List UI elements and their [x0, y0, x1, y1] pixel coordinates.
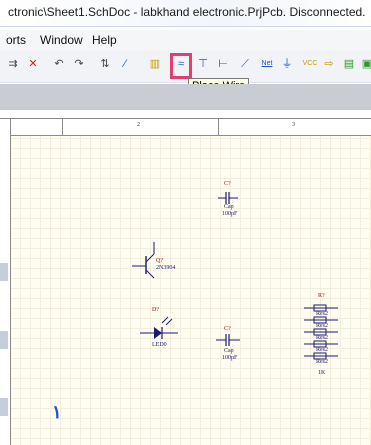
- sheet-entry-icon[interactable]: ▣: [360, 57, 371, 71]
- chart-icon[interactable]: ▥: [148, 57, 162, 71]
- resistor-designator: R?: [318, 293, 325, 299]
- bus-icon[interactable]: ⊤: [196, 57, 210, 71]
- menu-item-reports[interactable]: orts: [6, 33, 26, 47]
- zone-marker: [0, 331, 8, 349]
- ruler-mark-3: 3: [292, 122, 295, 128]
- redo-icon[interactable]: ↷: [72, 57, 86, 71]
- resistor-symbol-icon: [304, 304, 338, 360]
- capacitor-c1[interactable]: C? Cap 100pF: [212, 180, 252, 220]
- ruler-tick: [62, 119, 63, 135]
- resistor-array[interactable]: R? Res2 Res2 Res2 Res2 Res2 1K: [300, 290, 360, 385]
- led-designator: D?: [152, 307, 159, 313]
- zone-marker: [0, 398, 8, 416]
- signal-harness-icon[interactable]: ⊢: [216, 57, 230, 71]
- ruler-tick: [218, 119, 219, 135]
- bus-entry-icon[interactable]: ⟋: [238, 57, 252, 71]
- led-d1[interactable]: D? LED0: [140, 305, 200, 355]
- gnd-power-port-icon[interactable]: ⏚: [280, 57, 294, 71]
- sheet-symbol-icon[interactable]: ▤: [342, 57, 356, 71]
- wand-icon[interactable]: ∕: [118, 57, 132, 71]
- capacitor-designator: C?: [224, 181, 231, 187]
- sheet-ruler: 2 3: [0, 118, 371, 136]
- led-name: LED0: [152, 342, 167, 348]
- transistor-q1[interactable]: Q? 2N3904: [130, 240, 190, 280]
- menu-item-window[interactable]: Window: [40, 33, 83, 47]
- capacitor-c2[interactable]: C? Cap 100pF: [212, 322, 252, 367]
- capacitor-designator: C?: [224, 326, 231, 332]
- undo-icon[interactable]: ↶: [52, 57, 66, 71]
- capacitor-name: Cap: [224, 204, 234, 210]
- resistor-label: Res2: [316, 335, 328, 341]
- transistor-symbol-icon: [132, 242, 155, 279]
- resistor-label: Res2: [316, 347, 328, 353]
- menu-item-help[interactable]: Help: [92, 33, 117, 47]
- ruler-tick: [10, 119, 11, 135]
- capacitor-value: 100pF: [222, 355, 238, 361]
- canvas-annotation: ١: [52, 402, 62, 422]
- schematic-sheet[interactable]: [0, 118, 371, 445]
- panel-strip: [0, 84, 371, 110]
- capacitor-value: 100pF: [222, 211, 238, 217]
- component-icon[interactable]: ⇨: [322, 57, 336, 71]
- net-label-icon[interactable]: Net: [258, 57, 276, 71]
- led-symbol-icon: [140, 316, 178, 339]
- ruler-mark-2: 2: [137, 122, 140, 128]
- window-title: ctronic\Sheet1.SchDoc - labkhand electro…: [8, 5, 366, 19]
- title-bar: ctronic\Sheet1.SchDoc - labkhand electro…: [0, 0, 371, 27]
- resistor-label: Res2: [316, 359, 328, 365]
- resistor-label: Res2: [316, 311, 328, 317]
- zone-marker: [0, 263, 8, 281]
- cross-out-icon[interactable]: ✕: [26, 57, 40, 71]
- split-icon[interactable]: ⇉: [6, 57, 20, 71]
- resistor-label: Res2: [316, 323, 328, 329]
- transistor-designator: Q?: [156, 258, 163, 264]
- resistor-value: 1K: [318, 370, 326, 376]
- capacitor-name: Cap: [224, 348, 234, 354]
- place-wire-highlight: [170, 53, 192, 79]
- vcc-power-port-icon[interactable]: VCC: [300, 57, 320, 71]
- transistor-name: 2N3904: [156, 265, 176, 271]
- sort-icon[interactable]: ⇅: [98, 57, 112, 71]
- menu-bar: orts Window Help: [0, 30, 371, 50]
